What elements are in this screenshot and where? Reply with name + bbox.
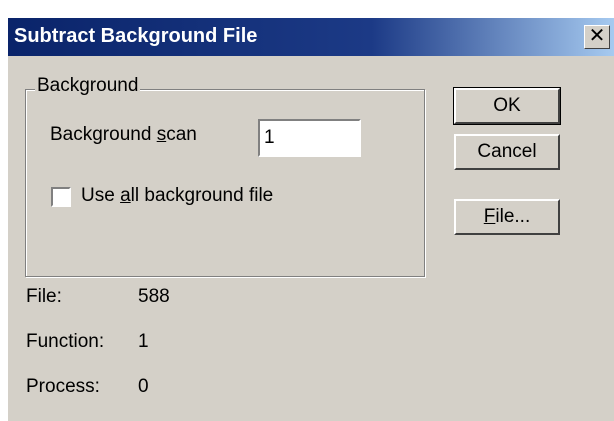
use-all-background-checkbox[interactable] [51,187,71,207]
function-info-value: 1 [138,331,149,352]
file-info-label: File: [26,286,62,307]
process-info-value: 0 [138,376,149,397]
close-icon: ✕ [588,25,606,47]
process-info-label: Process: [26,376,100,397]
subtract-background-dialog: Subtract Background File ✕ Background Ba… [8,18,614,421]
file-button[interactable]: File... [454,199,560,235]
close-button[interactable]: ✕ [584,25,610,49]
ok-button[interactable]: OK [453,87,561,125]
window-title: Subtract Background File [14,25,258,47]
background-group-label: Background [35,75,141,97]
title-bar[interactable]: Subtract Background File ✕ [8,18,614,56]
use-all-background-label[interactable]: Use all background file [81,185,273,207]
function-info-label: Function: [26,331,105,352]
background-scan-label: Background scan [50,124,197,145]
cancel-button[interactable]: Cancel [454,134,560,170]
background-groupbox [25,89,425,277]
background-scan-input[interactable] [258,119,361,157]
file-info-value: 588 [138,286,170,307]
